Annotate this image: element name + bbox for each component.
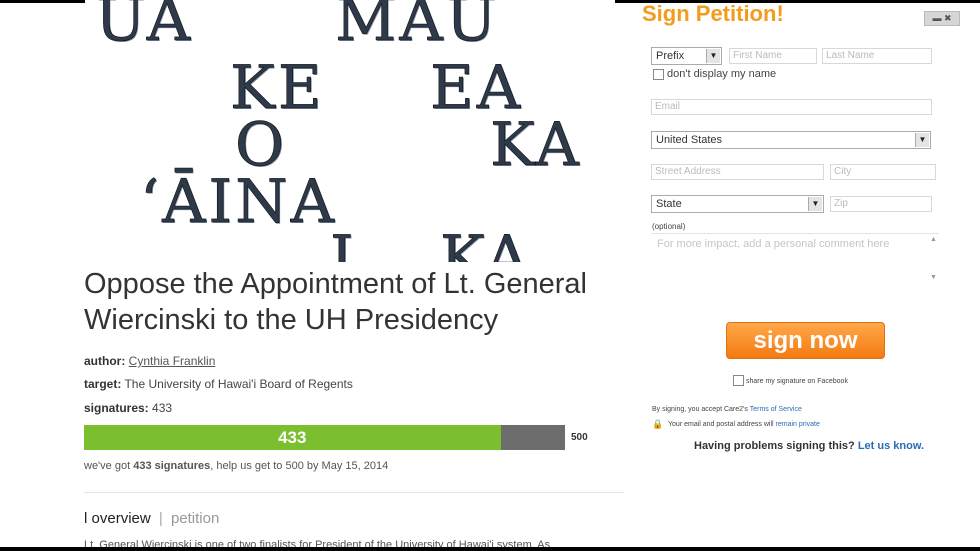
target-line: target: The University of Hawai'i Board … <box>84 377 353 391</box>
share-facebook-label: share my signature on Facebook <box>746 378 848 385</box>
country-select[interactable]: United States ▼ <box>651 131 931 149</box>
hero-word: UA <box>95 0 194 55</box>
progress-text-a: we've got <box>84 460 131 472</box>
progress-fill: 433 <box>84 425 501 450</box>
progress-text-c: , help us get to 500 by May 15, 2014 <box>210 460 389 472</box>
hero-word: EA <box>430 53 524 123</box>
sign-petition-heading: Sign Petition! <box>642 1 784 26</box>
progress-text-b: 433 signatures <box>133 460 211 472</box>
petition-title: Oppose the Appointment of Lt. General Wi… <box>84 268 587 336</box>
scroll-up-icon[interactable]: ▲ <box>930 236 937 243</box>
problems-text: Having problems signing this? <box>694 440 855 452</box>
divider <box>84 492 624 493</box>
tab-separator: | <box>158 510 163 527</box>
problems-line: Having problems signing this? Let us kno… <box>694 440 924 452</box>
email-field[interactable]: Email <box>651 99 932 115</box>
hero-word: KA <box>440 223 532 262</box>
tab-overview[interactable]: overview <box>92 510 151 527</box>
comment-textarea[interactable]: For more impact, add a personal comment … <box>651 233 939 288</box>
last-name-field[interactable]: Last Name <box>822 48 932 64</box>
hero-word: O <box>235 110 288 180</box>
dropdown-arrow-icon: ▼ <box>706 49 720 63</box>
hero-word: KA <box>490 110 582 180</box>
terms-link[interactable]: Terms of Service <box>750 406 802 413</box>
prefix-select[interactable]: Prefix ▼ <box>651 47 722 65</box>
hero-word: MAU <box>335 0 500 55</box>
sign-now-button[interactable]: sign now <box>726 322 885 359</box>
terms-text: By signing, you accept Care2's <box>652 406 748 413</box>
hero-word: I <box>330 223 357 262</box>
hero-image: UA MAU KE EA O KA ʻĀINA I KA <box>85 0 615 262</box>
content-tabs: l overview | petition <box>84 510 219 527</box>
author-link[interactable]: Cynthia Franklin <box>129 354 216 368</box>
scroll-down-icon[interactable]: ▼ <box>930 274 937 281</box>
state-value: State <box>656 198 682 210</box>
target-label: target: <box>84 377 122 391</box>
zip-field[interactable]: Zip <box>830 196 932 212</box>
bottom-frame <box>0 547 980 551</box>
progress-goal: 500 <box>571 432 588 443</box>
prefix-value: Prefix <box>656 50 685 62</box>
privacy-line: Your email and postal address will remai… <box>668 421 820 428</box>
hero-word: ʻĀINA <box>140 167 337 237</box>
street-address-field[interactable]: Street Address <box>651 164 824 180</box>
dropdown-arrow-icon: ▼ <box>915 133 929 147</box>
privacy-link[interactable]: remain private <box>776 421 820 428</box>
let-us-know-link[interactable]: Let us know. <box>858 440 924 452</box>
signature-progress-bar: 433 <box>84 425 565 450</box>
target-value: The University of Hawai'i Board of Regen… <box>124 377 353 391</box>
author-label: author: <box>84 354 126 368</box>
dropdown-arrow-icon: ▼ <box>808 197 822 211</box>
dont-display-checkbox[interactable] <box>653 69 664 80</box>
share-facebook-checkbox[interactable] <box>733 375 744 386</box>
lock-icon: 🔒 <box>652 419 664 429</box>
terms-line: By signing, you accept Care2's Terms of … <box>652 406 802 413</box>
minimize-close-button[interactable]: ▬ ✖ <box>924 11 960 26</box>
signatures-line: signatures: 433 <box>84 401 172 415</box>
dont-display-label: don't display my name <box>667 68 777 80</box>
city-field[interactable]: City <box>830 164 936 180</box>
hero-word: KE <box>230 53 325 123</box>
signatures-label: signatures: <box>84 401 149 415</box>
state-select[interactable]: State ▼ <box>651 195 824 213</box>
tab-petition[interactable]: petition <box>171 510 219 527</box>
tab-overview-prefix: l <box>84 510 88 527</box>
progress-summary: we've got 433 signatures, help us get to… <box>84 460 388 472</box>
signatures-count: 433 <box>152 401 173 415</box>
privacy-text: Your email and postal address will <box>668 421 774 428</box>
optional-label: (optional) <box>652 222 686 231</box>
author-line: author: Cynthia Franklin <box>84 354 215 368</box>
first-name-field[interactable]: First Name <box>729 48 817 64</box>
country-value: United States <box>656 134 723 146</box>
